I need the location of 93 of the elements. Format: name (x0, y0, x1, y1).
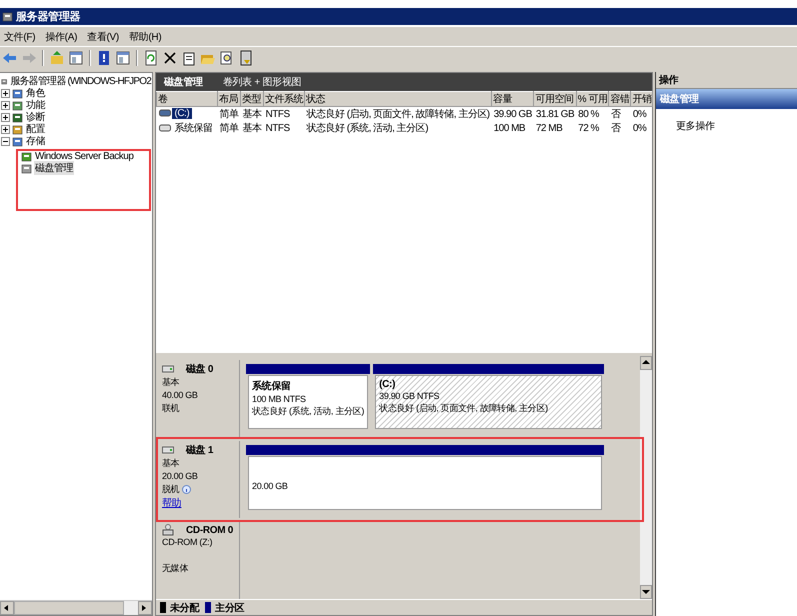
menu-item[interactable]: 操作(A) (45, 30, 78, 44)
partition-status: 状态良好 (启动, 页面文件, 故障转储, 主分区) (379, 402, 549, 414)
table-cell-text: 72 MB (534, 122, 564, 135)
tree-item[interactable]: 功能 (25, 98, 46, 112)
menu-item[interactable]: 帮助(H) (128, 30, 162, 44)
export-icon[interactable] (238, 49, 254, 67)
action-item[interactable]: 更多操作 (656, 109, 797, 133)
partition[interactable]: 系统保留 100 MB NTFS 状态良好 (系统, 活动, 主分区) (246, 374, 370, 431)
column-header[interactable]: 开销 (630, 92, 653, 106)
expander-icon[interactable] (1, 136, 10, 146)
partition[interactable]: 20.00 GB (246, 455, 604, 512)
column-header[interactable]: 容量 (492, 92, 534, 106)
column-header[interactable]: 类型 (240, 92, 264, 106)
partition-size: 20.00 GB (252, 480, 289, 492)
disk-drive-icon (162, 364, 174, 374)
legend-label: 主分区 (215, 601, 244, 614)
disk-name: 磁盘 1 (186, 444, 214, 457)
column-header[interactable]: % 可用 (576, 92, 609, 106)
tree-item[interactable]: 配置 (25, 122, 46, 136)
table-cell: 31.81 GB (534, 106, 576, 121)
actions-section[interactable]: 磁盘管理 (656, 89, 797, 109)
view-label: 卷列表 + 图形视图 (222, 76, 302, 89)
panel-title: 磁盘管理 (164, 76, 203, 89)
column-header[interactable]: 卷 (156, 92, 218, 106)
help-link[interactable]: 帮助 (162, 496, 239, 510)
scroll-down-button[interactable] (640, 585, 652, 599)
actions-header: 操作 (656, 72, 797, 89)
disk-status: 联机 (162, 402, 180, 415)
tree-item[interactable]: 服务器管理器 (WINDOWS-HFJPO2 (9, 74, 152, 88)
disk-status: 无媒体 (162, 562, 188, 575)
scroll-up-button[interactable] (640, 356, 652, 370)
menu-item[interactable]: 文件(F) (4, 30, 36, 44)
tree-item[interactable]: 存储 (25, 134, 46, 148)
table-cell: NTFS (264, 106, 304, 121)
partition-status: 状态良好 (系统, 活动, 主分区) (252, 405, 364, 417)
table-cell-text: 基本 (242, 122, 262, 135)
table-cell: 否 (608, 106, 631, 121)
disk-size: 40.00 GB (162, 389, 199, 402)
column-header[interactable]: 状态 (304, 92, 492, 106)
table-cell: 80 % (576, 106, 609, 121)
disk-type: 基本 (162, 376, 180, 389)
partition[interactable]: (C:) 39.90 GB NTFS 状态良好 (启动, 页面文件, 故障转储, 主分区) (373, 374, 604, 431)
table-cell[interactable]: (C:) (172, 108, 192, 119)
tree-item[interactable]: Windows Server Backup (34, 150, 134, 162)
pane-icon[interactable] (115, 49, 131, 67)
table-cell-text: 0% (632, 122, 648, 135)
disk-drive-icon (162, 445, 174, 455)
table-cell-text: 简单 (218, 122, 240, 135)
expander-icon[interactable] (1, 124, 10, 134)
table-cell: 39.90 GB (492, 106, 534, 121)
column-header[interactable]: 文件系统 (264, 92, 304, 106)
legend-label: 未分配 (170, 602, 200, 614)
tree-item[interactable]: 角色 (25, 86, 46, 100)
table-cell: 简单 (218, 106, 240, 121)
horizontal-scrollbar[interactable] (0, 600, 152, 615)
table-cell[interactable]: 系统保留 (172, 121, 216, 135)
partition-size: 39.90 GB NTFS (379, 390, 440, 402)
tree-item[interactable]: 诊断 (25, 110, 46, 124)
disk-name: CD-ROM 0 (186, 524, 234, 536)
table-cell-text: NTFS (264, 122, 291, 135)
tree-item[interactable]: 磁盘管理 (34, 161, 74, 175)
disk-type: 基本 (162, 457, 180, 470)
pane-icon[interactable] (68, 49, 84, 67)
table-cell-text: 否 (610, 122, 622, 135)
column-header[interactable]: 可用空间 (534, 92, 576, 106)
partition-title: (C:) (379, 379, 396, 390)
vertical-scrollbar[interactable] (640, 356, 652, 599)
table-cell-text: 72 % (577, 122, 600, 135)
table-cell: 状态良好 (启动, 页面文件, 故障转储, 主分区) (304, 106, 492, 121)
expander-icon[interactable] (1, 100, 10, 110)
table-cell-text: 100 MB (492, 122, 526, 135)
volume-icon (158, 124, 170, 132)
expander-icon[interactable] (1, 88, 10, 98)
help-icon[interactable] (96, 49, 112, 67)
scroll-left-button[interactable] (0, 601, 14, 615)
volume-icon (158, 109, 170, 118)
menu-item[interactable]: 查看(V) (87, 30, 119, 44)
disk-name: 磁盘 0 (186, 362, 214, 376)
window-title: 服务器管理器 (16, 10, 80, 24)
refresh-icon[interactable] (143, 49, 159, 67)
expander-icon[interactable] (1, 112, 10, 122)
table-cell: 0% (630, 106, 653, 121)
partition-title: 系统保留 (252, 380, 292, 393)
disk-size: 20.00 GB (162, 470, 199, 483)
table-cell: 基本 (240, 106, 264, 121)
partition-size: 100 MB NTFS (252, 393, 307, 405)
column-header[interactable]: 容错 (608, 92, 631, 106)
table-cell-text: 状态良好 (系统, 活动, 主分区) (306, 122, 430, 135)
down-arrow-icon (641, 587, 651, 597)
disk-status: 脱机 (162, 483, 180, 496)
scroll-right-button[interactable] (138, 601, 152, 615)
column-header[interactable]: 布局 (218, 92, 240, 106)
disk-type: CD-ROM (Z:) (162, 536, 214, 549)
